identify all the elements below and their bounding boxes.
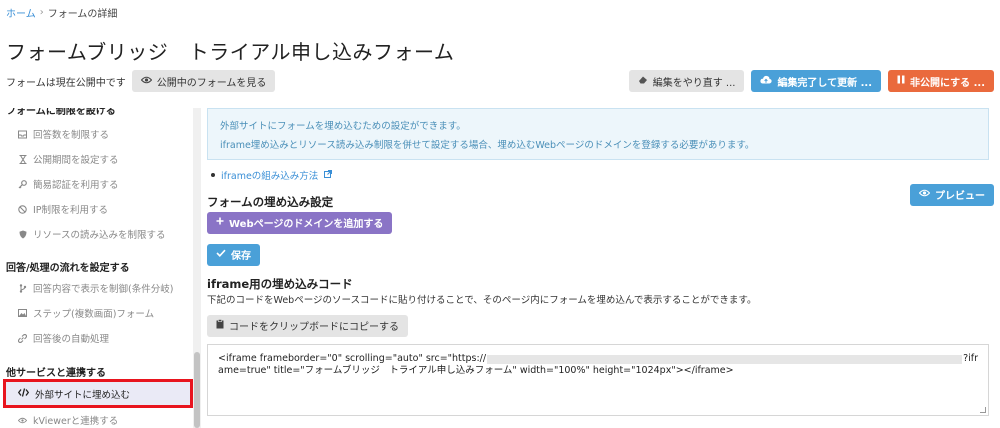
sidebar-item-label: 簡易認証を利用する <box>33 180 119 191</box>
sidebar-item-simple-auth[interactable]: 簡易認証を利用する <box>18 177 119 191</box>
update-button[interactable]: 編集完了して更新 ... <box>751 70 882 92</box>
code-text-end: ?ifr <box>963 353 978 364</box>
eye-icon <box>918 189 931 200</box>
iframe-code-description: 下記のコードをWebページのソースコードに貼り付けることで、そのページ内にフォー… <box>207 295 757 306</box>
ban-icon <box>18 204 27 214</box>
add-domain-label: Webページのドメインを追加する <box>229 219 384 230</box>
pause-icon <box>897 75 905 87</box>
breadcrumb-separator: › <box>39 7 44 18</box>
sidebar-item-label: 回答後の自動処理 <box>33 334 110 345</box>
page-title: フォームブリッジ トライアル申し込みフォーム <box>6 40 455 64</box>
sidebar-heading-flow: 回答/処理の流れを設定する <box>6 263 130 274</box>
breadcrumb-current: フォームの詳細 <box>47 9 118 20</box>
embed-settings-title: フォームの埋め込み設定 <box>207 195 334 209</box>
sidebar-heading-integrations: 他サービスと連携する <box>6 368 106 379</box>
eye-icon <box>18 416 27 425</box>
clipboard-icon <box>216 319 224 332</box>
save-label: 保存 <box>231 251 251 262</box>
sidebar-item-label: 回答数を制限する <box>33 130 110 141</box>
sidebar-item-label: 回答内容で表示を制御(条件分岐) <box>33 284 174 295</box>
main-content: 外部サイトにフォームを埋め込むための設定ができます。 iframe埋め込みとリソ… <box>207 108 994 416</box>
bullet <box>211 173 215 177</box>
sidebar-scrollbar-thumb[interactable] <box>194 352 200 428</box>
shield-icon <box>18 230 27 239</box>
info-box: 外部サイトにフォームを埋め込むための設定ができます。 iframe埋め込みとリソ… <box>207 108 989 160</box>
sidebar-item-label: 公開期間を設定する <box>33 155 119 166</box>
sidebar-item-label: ステップ(複数画面)フォーム <box>33 309 155 320</box>
breadcrumb: ホーム › フォームの詳細 <box>6 5 117 20</box>
info-line-1: 外部サイトにフォームを埋め込むための設定ができます。 <box>220 121 466 132</box>
view-public-form-button[interactable]: 公開中のフォームを見る <box>131 70 276 92</box>
key-icon <box>18 179 27 189</box>
code-line-2: ame=true" title="フォームブリッジ トライアル申し込みフォーム"… <box>218 365 734 376</box>
sidebar-item-conditional-branch[interactable]: 回答内容で表示を制御(条件分岐) <box>18 281 173 295</box>
iframe-howto-link[interactable]: iframeの組み込み方法 <box>221 168 318 182</box>
embed-code-textarea[interactable]: <iframe frameborder="0" scrolling="auto"… <box>207 344 989 416</box>
external-link-icon <box>324 169 333 181</box>
redacted-url <box>487 354 963 364</box>
sidebar-item-limit-answers[interactable]: 回答数を制限する <box>18 127 109 141</box>
sidebar-item-resource-restriction[interactable]: リソースの読み込みを制限する <box>18 227 166 241</box>
status-row: フォームは現在公開中です 公開中のフォームを見る <box>6 70 276 92</box>
view-public-form-label: 公開中のフォームを見る <box>156 77 267 89</box>
sidebar-item-embed-external[interactable]: 外部サイトに埋め込む <box>3 379 193 408</box>
sidebar-item-ip-restriction[interactable]: IP制限を利用する <box>18 202 108 216</box>
sidebar-item-label: 外部サイトに埋め込む <box>35 389 131 401</box>
plus-icon <box>216 217 224 228</box>
eraser-icon <box>638 75 648 87</box>
eye-icon <box>140 76 152 87</box>
redo-edit-label: 編集をやり直す ... <box>652 77 736 89</box>
add-domain-button[interactable]: Webページのドメインを追加する <box>207 211 393 234</box>
breadcrumb-home-link[interactable]: ホーム <box>6 5 36 20</box>
iframe-code-title: iframe用の埋め込みコード <box>207 277 353 291</box>
publish-status-text: フォームは現在公開中です <box>6 77 126 89</box>
branch-icon <box>18 283 27 293</box>
hourglass-icon <box>18 154 27 164</box>
sidebar-item-label: IP制限を利用する <box>33 205 109 216</box>
sidebar-item-auto-process[interactable]: 回答後の自動処理 <box>18 331 109 345</box>
cloud-upload-icon <box>760 75 773 87</box>
sidebar-heading-restrictions: フォームに制限を設ける <box>6 108 116 117</box>
update-label: 編集完了して更新 ... <box>777 77 873 89</box>
howto-link-row: iframeの組み込み方法 <box>211 168 333 182</box>
copy-code-label: コードをクリップボードにコピーする <box>229 322 399 333</box>
preview-label: プレビュー <box>935 191 985 202</box>
code-line-1: <iframe frameborder="0" scrolling="auto"… <box>218 353 978 365</box>
check-icon <box>216 249 226 260</box>
info-line-2: iframe埋め込みとリソース読み込み制限を併せて設定する場合、埋め込むWebペ… <box>220 140 755 151</box>
sidebar-item-label: kViewerと連携する <box>33 416 119 427</box>
top-actions: 編集をやり直す ... 編集完了して更新 ... 非公開にする ... <box>628 70 994 92</box>
link-icon <box>18 333 27 343</box>
resize-handle[interactable] <box>980 407 986 413</box>
sidebar-item-kviewer[interactable]: kViewerと連携する <box>18 413 118 427</box>
unpublish-label: 非公開にする ... <box>910 77 985 89</box>
sidebar-item-step-form[interactable]: ステップ(複数画面)フォーム <box>18 306 154 320</box>
preview-button[interactable]: プレビュー <box>910 183 994 206</box>
code-text-start: <iframe frameborder="0" scrolling="auto"… <box>218 353 487 364</box>
sidebar-item-label: リソースの読み込みを制限する <box>33 230 166 241</box>
inbox-icon <box>18 130 27 139</box>
copy-code-button[interactable]: コードをクリップボードにコピーする <box>207 314 408 337</box>
save-button[interactable]: 保存 <box>207 243 260 266</box>
sidebar-item-publish-period[interactable]: 公開期間を設定する <box>18 152 119 166</box>
code-icon <box>17 387 30 400</box>
unpublish-button[interactable]: 非公開にする ... <box>888 70 994 92</box>
image-icon <box>18 309 27 318</box>
redo-edit-button[interactable]: 編集をやり直す ... <box>628 70 745 92</box>
